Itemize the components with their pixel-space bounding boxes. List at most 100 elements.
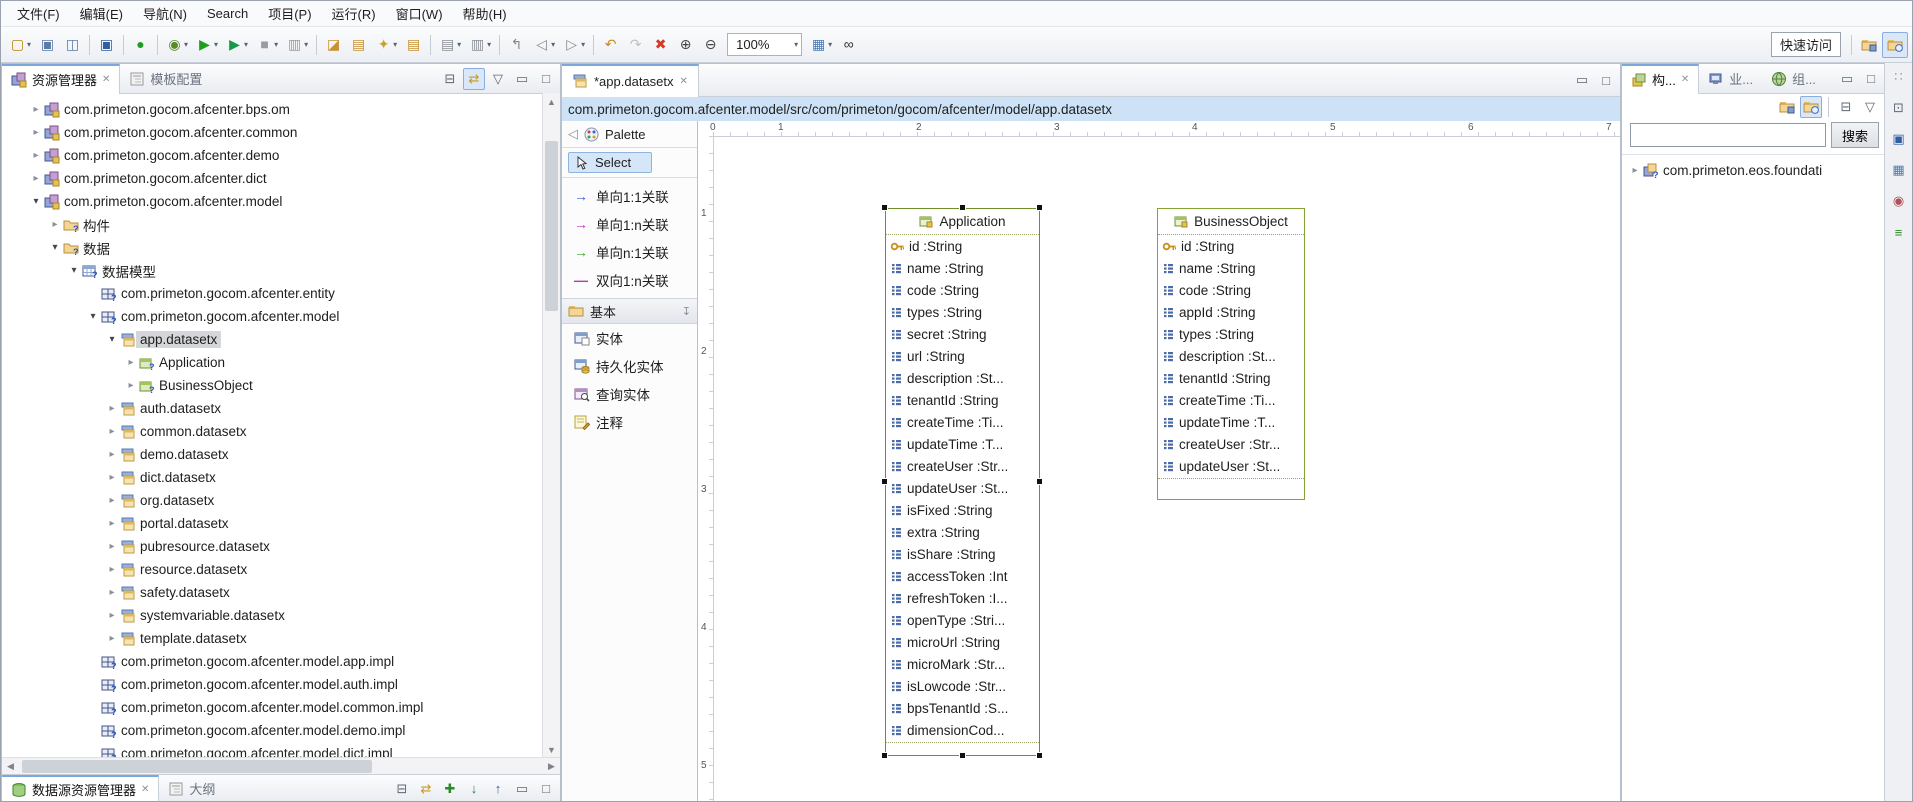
pin-drawer-icon[interactable]: ↧ (682, 305, 691, 318)
relation-tool-单向1:n关联[interactable]: →单向1:n关联 (562, 210, 697, 238)
entity-BusinessObject[interactable]: BusinessObjectid :Stringname :Stringcode… (1157, 208, 1305, 500)
tree-item-app.datasetx[interactable]: ▾app.datasetx (2, 328, 543, 351)
tree-item-demo.datasetx[interactable]: ▸demo.datasetx (2, 443, 543, 466)
model-folder-icon[interactable] (1800, 96, 1822, 118)
palette-drawer-basic[interactable]: 基本↧ (562, 298, 697, 324)
tree-expand-icon[interactable]: ▸ (1628, 165, 1642, 176)
selection-handle[interactable] (959, 752, 966, 759)
prev-marker-button[interactable]: ▤▾ (436, 32, 464, 58)
field-description[interactable]: description :St... (886, 367, 1039, 389)
run-button[interactable]: ▶▾ (193, 32, 221, 58)
field-name[interactable]: name :String (1158, 257, 1304, 279)
select-tool[interactable]: Select (568, 152, 652, 173)
selection-handle[interactable] (959, 204, 966, 211)
palette-tool-持久化实体[interactable]: 持久化实体 (562, 352, 697, 380)
tree-item-com.primeton.gocom.afcenter.model.common.impl[interactable]: ?com.primeton.gocom.afcenter.model.commo… (2, 696, 543, 719)
minimize-icon[interactable]: ▭ (1836, 68, 1858, 90)
dropdown-arrow-icon[interactable]: ▾ (244, 40, 248, 49)
field-secret[interactable]: secret :String (886, 323, 1039, 345)
collapse-all-icon[interactable]: ⊟ (391, 778, 413, 800)
tree-expand-icon[interactable]: ▸ (105, 518, 119, 529)
tree-item-safety.datasetx[interactable]: ▸safety.datasetx (2, 581, 543, 604)
layout-button[interactable]: ▦▾ (807, 32, 835, 58)
view-tab-1[interactable]: 业... (1699, 65, 1762, 93)
tree-expand-icon[interactable]: ▸ (48, 219, 62, 230)
collapse-palette-icon[interactable]: ◁ (568, 126, 578, 142)
view-menu-icon[interactable]: ▽ (487, 68, 509, 90)
explorer-horizontal-scrollbar[interactable]: ◀ ▶ (2, 757, 560, 775)
console-button[interactable]: ▣ (95, 32, 118, 58)
dropdown-arrow-icon[interactable]: ▾ (214, 40, 218, 49)
field-appId[interactable]: appId :String (1158, 301, 1304, 323)
save-all-button[interactable]: ◫ (61, 32, 84, 58)
entity-title[interactable]: Application (886, 209, 1039, 235)
tree-expand-icon[interactable]: ▾ (29, 196, 43, 207)
open-type-button[interactable]: ◪ (322, 32, 345, 58)
field-microUrl[interactable]: microUrl :String (886, 631, 1039, 653)
search-button[interactable]: 搜索 (1831, 122, 1879, 148)
tree-item-resource.datasetx[interactable]: ▸resource.datasetx (2, 558, 543, 581)
tree-expand-icon[interactable]: ▸ (124, 357, 138, 368)
tree-expand-icon[interactable]: ▸ (105, 633, 119, 644)
field-name[interactable]: name :String (886, 257, 1039, 279)
menu-item[interactable]: Search (197, 3, 258, 24)
chevron-down-icon[interactable]: ▾ (794, 40, 798, 49)
coverage-button[interactable]: ▥▾ (283, 32, 311, 58)
view-tab-1[interactable]: 模板配置 (120, 65, 211, 93)
dropdown-arrow-icon[interactable]: ▾ (274, 40, 278, 49)
debug-button[interactable]: ◉▾ (163, 32, 191, 58)
tree-expand-icon[interactable]: ▸ (29, 173, 43, 184)
forward-button[interactable]: ▷▾ (560, 32, 588, 58)
open-folder-button[interactable]: ▤ (402, 32, 425, 58)
next-marker-button[interactable]: ▥▾ (466, 32, 494, 58)
menu-item[interactable]: 文件(F) (7, 1, 70, 26)
tree-item-portal.datasetx[interactable]: ▸portal.datasetx (2, 512, 543, 535)
field-types[interactable]: types :String (1158, 323, 1304, 345)
tree-item-pubresource.datasetx[interactable]: ▸pubresource.datasetx (2, 535, 543, 558)
field-bpsTenantId[interactable]: bpsTenantId :S... (886, 697, 1039, 719)
save-button[interactable]: ▣ (36, 32, 59, 58)
scroll-down-icon[interactable]: ▼ (543, 741, 560, 758)
field-id[interactable]: id :String (1158, 235, 1304, 257)
collapse-all-icon[interactable]: ⊟ (439, 68, 461, 90)
package-folder-icon[interactable] (1776, 96, 1798, 118)
close-icon[interactable]: ✕ (1681, 74, 1689, 85)
open-resource-button[interactable]: ▤ (347, 32, 370, 58)
redo-button[interactable]: ↷ (624, 32, 647, 58)
run-history-button[interactable]: ▶▾ (223, 32, 251, 58)
bottom-tab-datasource-explorer[interactable]: 数据源资源管理器✕ (2, 775, 159, 802)
view-tab-0[interactable]: 构...✕ (1622, 64, 1699, 94)
export-icon[interactable]: ↑ (487, 778, 509, 800)
field-isShare[interactable]: isShare :String (886, 543, 1039, 565)
view-menu-icon[interactable]: ▽ (1859, 96, 1881, 118)
delete-button[interactable]: ✖ (649, 32, 672, 58)
close-icon[interactable]: ✕ (141, 784, 149, 795)
maximize-icon[interactable]: □ (1595, 69, 1617, 91)
field-types[interactable]: types :String (886, 301, 1039, 323)
field-dimensionCod[interactable]: dimensionCod... (886, 719, 1039, 741)
search-input[interactable] (1630, 123, 1826, 147)
profile-button[interactable]: ■▾ (253, 32, 281, 58)
tree-item-template.datasetx[interactable]: ▸template.datasetx (2, 627, 543, 650)
field-tenantId[interactable]: tenantId :String (886, 389, 1039, 411)
tree-expand-icon[interactable]: ▾ (67, 265, 81, 276)
field-description[interactable]: description :St... (1158, 345, 1304, 367)
close-icon[interactable]: ✕ (102, 74, 110, 85)
open-perspective-button[interactable] (1856, 32, 1882, 58)
entity-Application[interactable]: Applicationid :Stringname :Stringcode :S… (885, 208, 1040, 756)
scroll-thumb[interactable] (22, 760, 372, 773)
console-view-icon[interactable]: ▣ (1887, 127, 1911, 151)
relation-tool-单向1:1关联[interactable]: →单向1:1关联 (562, 182, 697, 210)
tree-item-systemvariable.datasetx[interactable]: ▸systemvariable.datasetx (2, 604, 543, 627)
field-accessToken[interactable]: accessToken :Int (886, 565, 1039, 587)
tree-item-com.primeton.gocom.afcenter.model[interactable]: ▾?com.primeton.gocom.afcenter.model (2, 305, 543, 328)
explorer-vertical-scrollbar[interactable]: ▲ ▼ (542, 93, 560, 758)
scroll-thumb[interactable] (545, 141, 558, 311)
link-with-editor-icon[interactable]: ⇄ (415, 778, 437, 800)
table-view-icon[interactable]: ▦ (1887, 158, 1911, 182)
diagram-canvas[interactable]: 01234567 12345 Applicationid :Stringname… (698, 121, 1620, 802)
field-updateUser[interactable]: updateUser :St... (1158, 455, 1304, 477)
collapse-all-icon[interactable]: ⊟ (1835, 96, 1857, 118)
dropdown-arrow-icon[interactable]: ▾ (27, 40, 31, 49)
menu-item[interactable]: 项目(P) (258, 1, 321, 26)
